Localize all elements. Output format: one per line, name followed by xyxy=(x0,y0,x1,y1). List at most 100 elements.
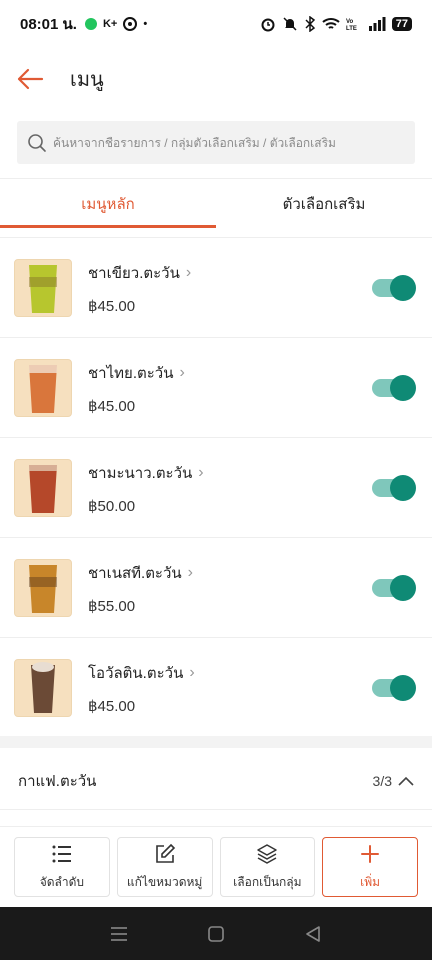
item-info: ชาไทย.ตะวัน › ฿45.00 xyxy=(88,361,185,415)
category-header[interactable]: กาแฟ.ตะวัน 3/3 xyxy=(0,752,432,810)
item-thumbnail xyxy=(14,458,72,517)
tab-bar: เมนูหลัก ตัวเลือกเสริม xyxy=(0,178,432,228)
sort-button[interactable]: จัดลำดับ xyxy=(14,837,110,897)
chevron-up-icon[interactable] xyxy=(398,776,414,786)
availability-toggle[interactable] xyxy=(372,274,416,301)
chevron-right-icon: › xyxy=(187,563,193,581)
item-info: ชาเขียว.ตะวัน › ฿45.00 xyxy=(88,261,191,315)
volte-icon: VoLTE xyxy=(346,19,357,31)
item-thumbnail xyxy=(14,258,72,317)
item-price: ฿55.00 xyxy=(88,597,136,615)
item-info: ชามะนาว.ตะวัน › ฿50.00 xyxy=(88,461,204,515)
drink-cup-image xyxy=(29,264,57,313)
toggle-knob xyxy=(390,474,416,501)
drink-cup-image xyxy=(31,661,55,713)
square-icon xyxy=(208,925,224,942)
status-time: 08:01 น. xyxy=(20,16,77,33)
item-name-row: ชาเนสที.ตะวัน › xyxy=(88,561,193,585)
menu-lines-icon xyxy=(110,926,127,941)
item-name: ชาไทย.ตะวัน xyxy=(88,364,174,382)
tab-divider xyxy=(0,228,432,238)
group-select-button[interactable]: เลือกเป็นกลุ่ม xyxy=(219,837,316,897)
system-back-button[interactable] xyxy=(301,922,325,946)
availability-toggle[interactable] xyxy=(372,474,416,501)
chevron-right-icon: › xyxy=(198,463,204,481)
back-button[interactable] xyxy=(16,65,44,93)
search-bar[interactable] xyxy=(17,121,415,164)
menu-list: ชาเขียว.ตะวัน › ฿45.00 ชาไทย.ตะวัน › ฿45.0… xyxy=(0,238,432,738)
item-name-row: ชามะนาว.ตะวัน › xyxy=(88,461,204,485)
item-name: ชาเขียว.ตะวัน xyxy=(88,264,180,282)
item-price: ฿45.00 xyxy=(88,397,136,415)
search-input[interactable] xyxy=(53,135,405,150)
item-info: ชาเนสที.ตะวัน › ฿55.00 xyxy=(88,561,193,615)
drink-cup-image xyxy=(29,564,57,613)
toggle-knob xyxy=(390,674,416,701)
more-dot-icon: • xyxy=(143,18,148,30)
line-icon xyxy=(84,18,97,30)
svg-text:LTE: LTE xyxy=(346,26,357,31)
drink-cup-image xyxy=(29,364,57,413)
search-icon xyxy=(28,133,46,152)
bottom-toolbar: จัดลำดับ แก้ไขหมวดหมู่ เลือกเป็นกลุ่ม เพ… xyxy=(0,826,432,907)
tab-main-menu[interactable]: เมนูหลัก xyxy=(0,179,216,228)
menu-item[interactable]: ชาไทย.ตะวัน › ฿45.00 xyxy=(0,338,432,438)
menu-item[interactable]: ชาเขียว.ตะวัน › ฿45.00 xyxy=(0,238,432,338)
add-button[interactable]: เพิ่ม xyxy=(322,837,418,897)
triangle-back-icon xyxy=(306,925,321,942)
category-name: กาแฟ.ตะวัน xyxy=(18,772,97,790)
status-right-icons: Vo LTE 77 xyxy=(260,16,412,32)
status-bar: 08:01 น. K+ • Vo LTE 77 xyxy=(0,0,432,48)
item-price: ฿45.00 xyxy=(88,697,136,715)
k-plus-icon: K+ xyxy=(102,18,118,30)
availability-toggle[interactable] xyxy=(372,574,416,601)
battery-level: 77 xyxy=(391,17,412,31)
menu-item[interactable]: ชาเนสที.ตะวัน › ฿55.00 xyxy=(0,538,432,638)
toggle-knob xyxy=(390,274,416,301)
app-header: เมนู xyxy=(0,52,432,106)
plus-icon xyxy=(361,844,380,863)
item-name: ชาเนสที.ตะวัน xyxy=(88,564,182,582)
add-label: เพิ่ม xyxy=(360,874,381,889)
edit-category-button[interactable]: แก้ไขหมวดหมู่ xyxy=(116,837,213,897)
recents-button[interactable] xyxy=(107,922,131,946)
item-thumbnail xyxy=(14,558,72,617)
chevron-right-icon: › xyxy=(185,263,192,281)
list-icon xyxy=(52,845,71,862)
item-info: โอวัลติน.ตะวัน › ฿45.00 xyxy=(88,661,195,715)
availability-toggle[interactable] xyxy=(372,674,416,701)
item-price: ฿45.00 xyxy=(88,297,136,315)
section-gap xyxy=(0,736,432,748)
alarm-icon xyxy=(261,18,275,32)
wifi-icon xyxy=(322,18,340,29)
item-name-row: ชาไทย.ตะวัน › xyxy=(88,361,185,385)
menu-item[interactable]: โอวัลติน.ตะวัน › ฿45.00 xyxy=(0,638,432,738)
svg-text:Vo: Vo xyxy=(346,19,354,25)
edit-category-label: แก้ไขหมวดหมู่ xyxy=(126,874,203,889)
item-price: ฿50.00 xyxy=(88,497,136,515)
edit-icon xyxy=(155,843,175,863)
item-thumbnail xyxy=(14,658,72,717)
steering-icon xyxy=(123,17,138,31)
toggle-knob xyxy=(390,374,416,401)
group-select-label: เลือกเป็นกลุ่ม xyxy=(233,874,302,889)
item-name: ชามะนาว.ตะวัน xyxy=(88,464,193,482)
drink-cup-image xyxy=(29,464,57,513)
toggle-knob xyxy=(390,574,416,601)
sort-label: จัดลำดับ xyxy=(39,874,85,889)
chevron-right-icon: › xyxy=(179,363,185,381)
availability-toggle[interactable] xyxy=(372,374,416,401)
system-nav-bar xyxy=(0,907,432,960)
item-name-row: โอวัลติน.ตะวัน › xyxy=(88,661,195,685)
bluetooth-icon xyxy=(305,16,315,32)
signal-icon xyxy=(368,17,386,31)
home-button[interactable] xyxy=(204,922,228,946)
item-name: โอวัลติน.ตะวัน xyxy=(88,664,184,682)
item-thumbnail xyxy=(14,358,72,417)
item-name-row: ชาเขียว.ตะวัน › xyxy=(88,261,191,285)
menu-item[interactable]: ชามะนาว.ตะวัน › ฿50.00 xyxy=(0,438,432,538)
page-title: เมนู xyxy=(70,69,104,91)
tab-add-ons[interactable]: ตัวเลือกเสริม xyxy=(216,179,432,228)
mute-icon xyxy=(283,17,297,31)
status-left-icons: K+ • xyxy=(84,17,148,31)
